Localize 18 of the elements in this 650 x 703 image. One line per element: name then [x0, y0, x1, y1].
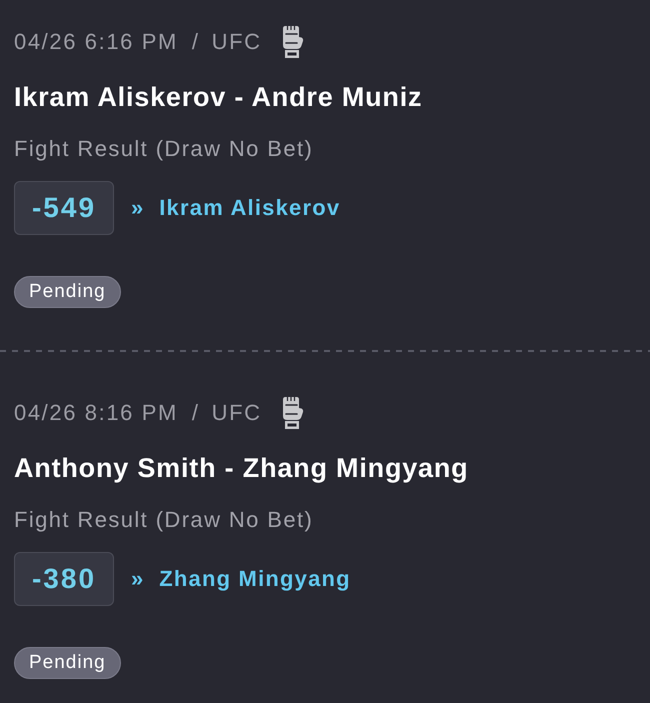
selection-name: Zhang Mingyang	[159, 566, 351, 592]
separator: /	[192, 399, 200, 427]
double-chevron: »	[131, 195, 144, 221]
status-badge: Pending	[14, 276, 121, 308]
odds-box: -380	[14, 552, 114, 606]
double-chevron: »	[131, 566, 144, 592]
separator: /	[192, 28, 200, 56]
event-title: Anthony Smith - Zhang Mingyang	[14, 453, 470, 483]
league-name: UFC	[212, 399, 262, 427]
odds-box: -549	[14, 181, 114, 235]
selection-name: Ikram Aliskerov	[159, 195, 340, 221]
event-title: Ikram Aliskerov - Andre Muniz	[14, 82, 424, 112]
market-name: Fight Result (Draw No Bet)	[14, 507, 314, 533]
market-name: Fight Result (Draw No Bet)	[14, 136, 314, 162]
status-badge: Pending	[14, 647, 121, 679]
event-date: 04/26 6:16 PM	[14, 28, 178, 56]
event-date: 04/26 8:16 PM	[14, 399, 178, 427]
league-name: UFC	[212, 28, 262, 56]
